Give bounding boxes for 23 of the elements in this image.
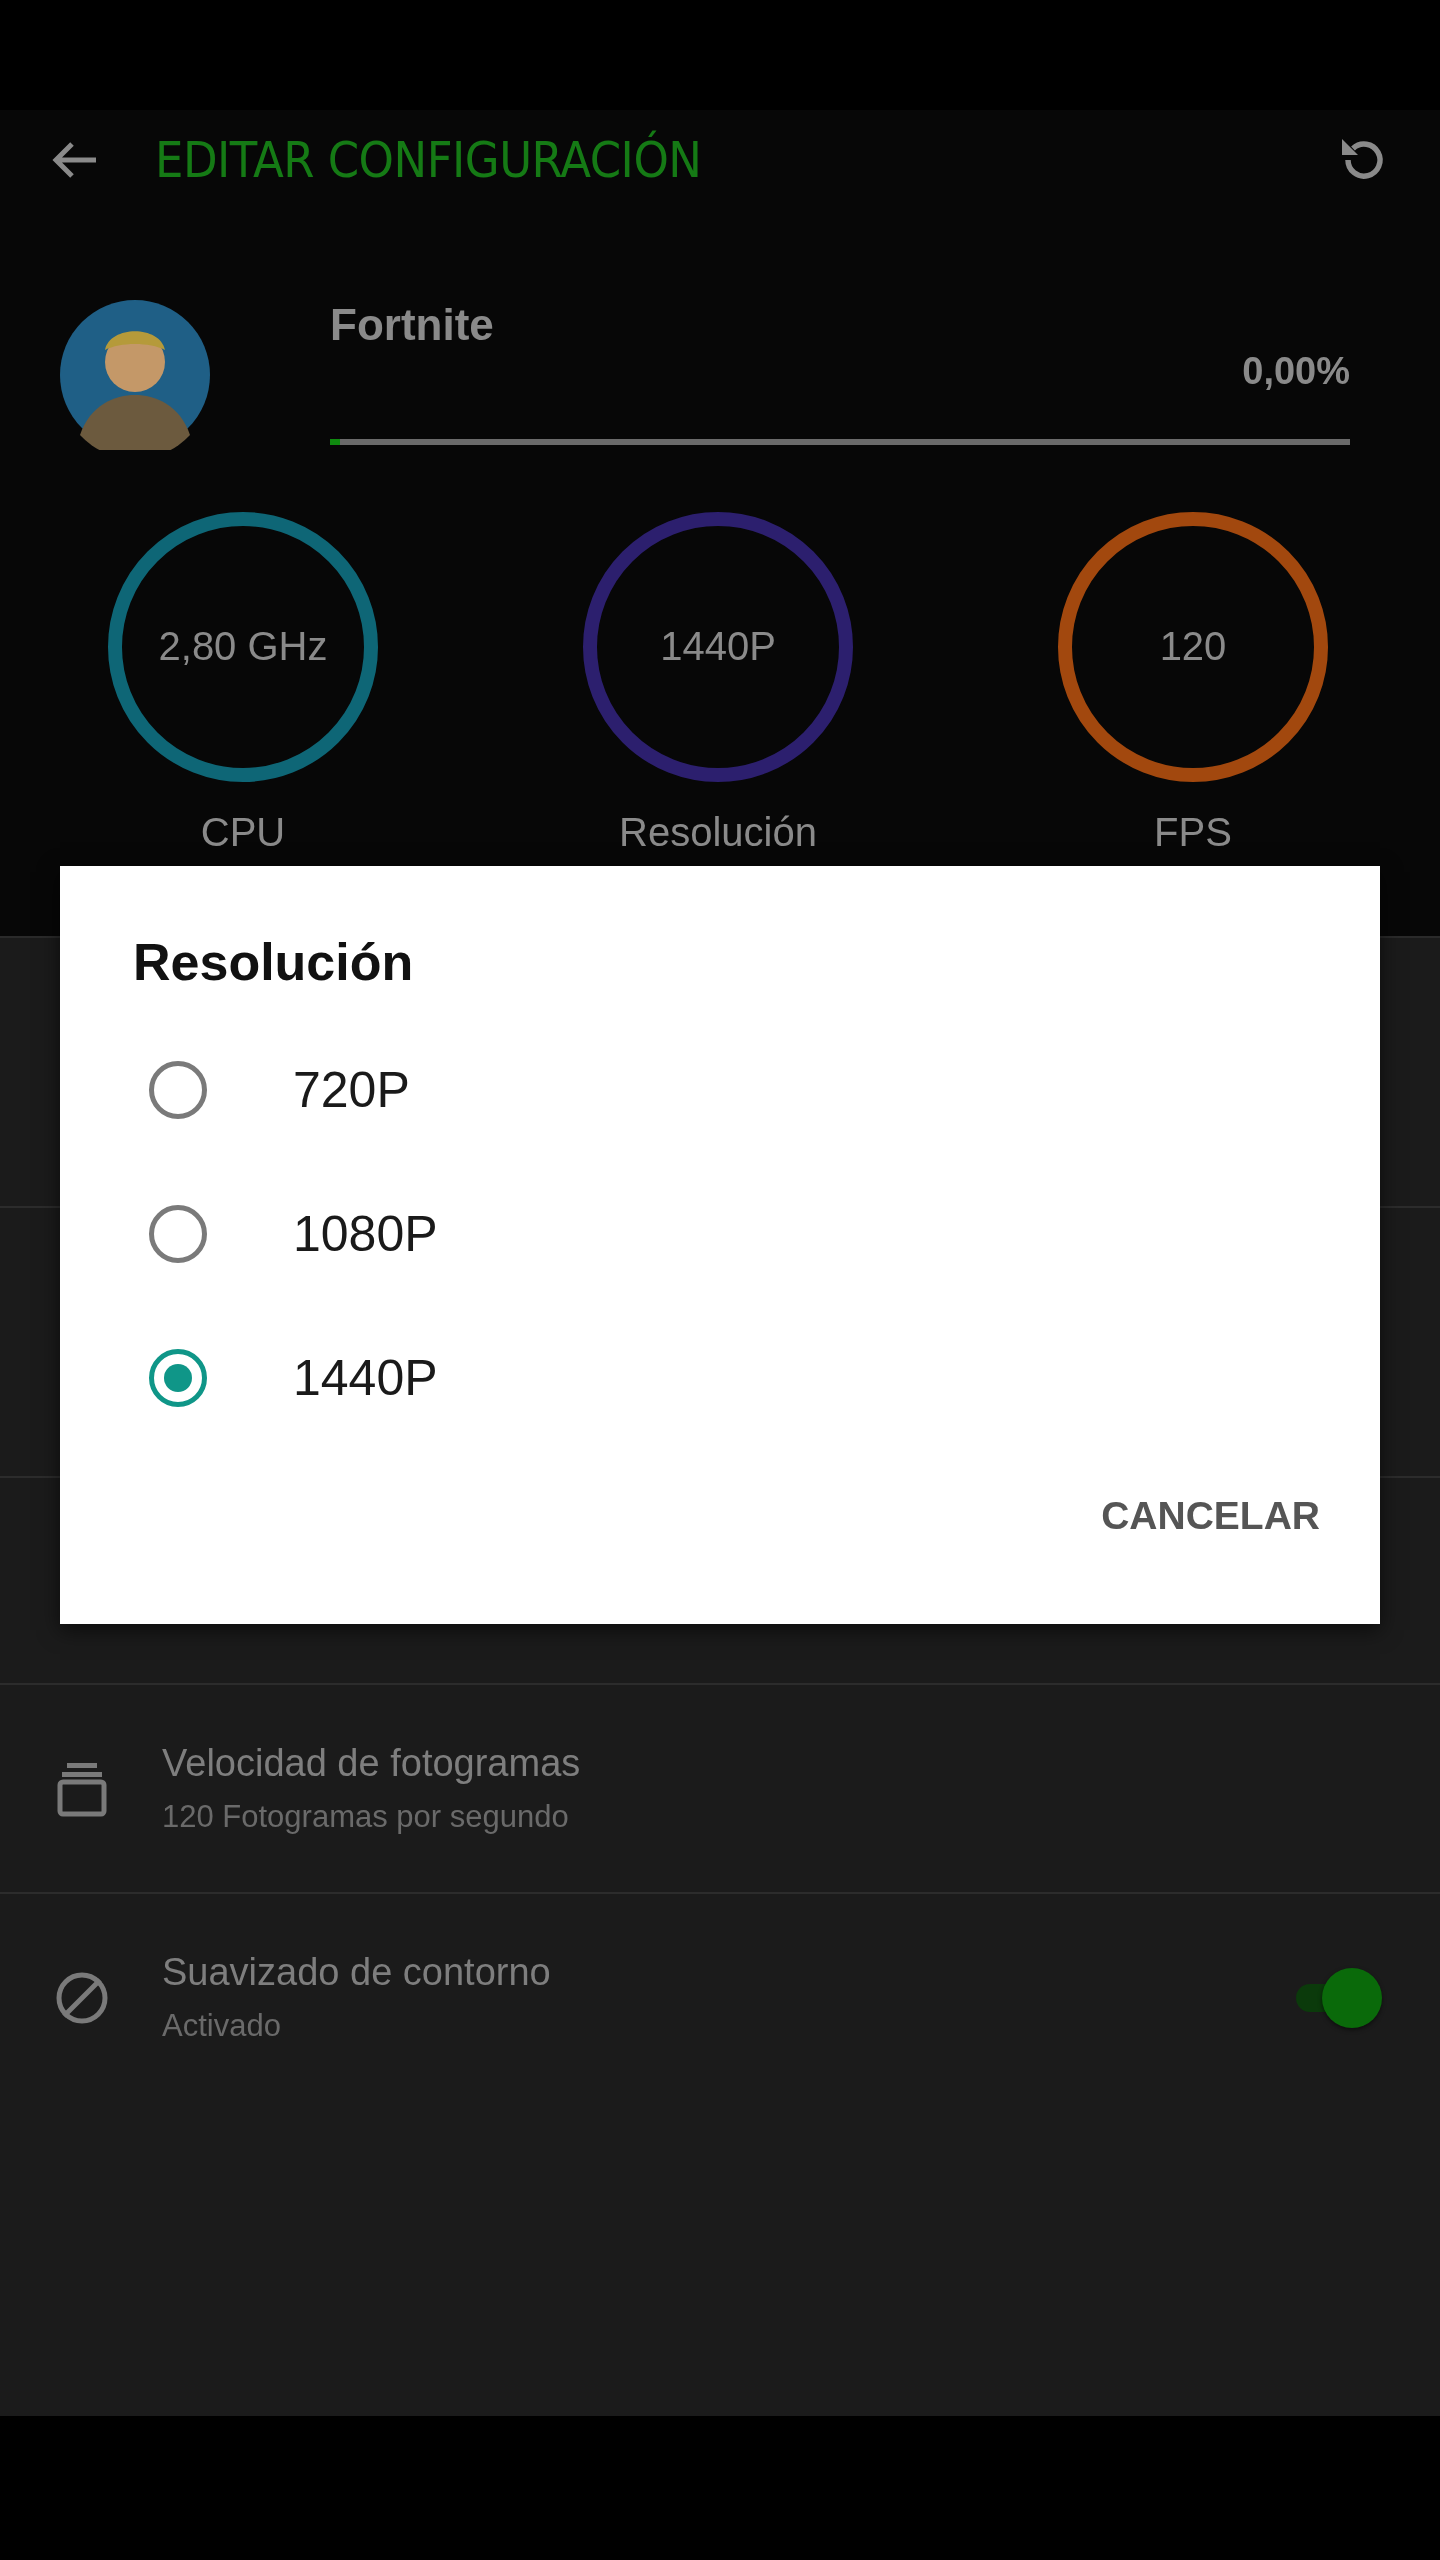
setting-value: Activado — [162, 2008, 282, 2044]
stat-value: 2,80 GHz — [157, 624, 329, 669]
stat-label: Resolución — [619, 810, 817, 855]
stat-value: 1440P — [659, 624, 777, 669]
option-label[interactable]: 720P — [293, 1061, 410, 1119]
dialog-title: Resolución — [133, 932, 415, 992]
stat-label: CPU — [200, 810, 286, 855]
slashed-circle-icon — [56, 1971, 108, 2024]
radio-button[interactable] — [149, 1205, 207, 1263]
radio-button[interactable] — [149, 1061, 207, 1119]
option-label[interactable]: 1440P — [293, 1349, 438, 1407]
radio-button[interactable] — [149, 1349, 207, 1407]
screen-title: EDITAR CONFIGURACIÓN — [155, 131, 703, 189]
stat-value: 120 — [1158, 624, 1228, 669]
setting-value: 120 Fotogramas por segundo — [162, 1799, 570, 1835]
game-name: Fortnite — [330, 300, 495, 350]
setting-title: Suavizado de contorno — [162, 1951, 552, 1994]
setting-title: Velocidad de fotogramas — [162, 1742, 582, 1785]
layers-icon — [57, 1760, 107, 1817]
stat-label: FPS — [1154, 810, 1232, 855]
option-label[interactable]: 1080P — [293, 1205, 438, 1263]
progress-reading: 0,00% — [1242, 350, 1350, 393]
cancel-button[interactable]: CANCELAR — [1101, 1480, 1320, 1552]
